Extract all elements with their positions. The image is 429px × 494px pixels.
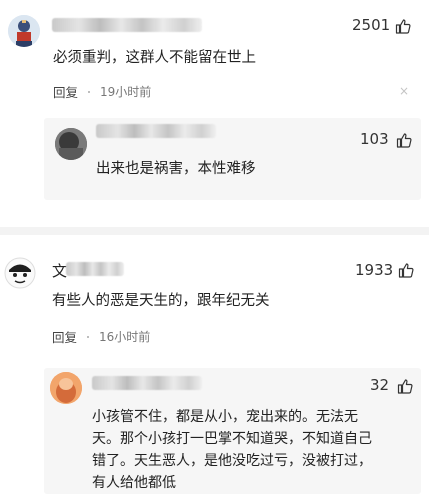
reply-text: 出来也是祸害，本性难移 (96, 161, 256, 177)
reply-box: 32 小孩管不住，都是从小，宠出来的。无法无 天。那个小孩打一巴掌不知道哭，不知… (44, 368, 421, 494)
thumbs-up-icon[interactable] (398, 262, 414, 278)
close-icon[interactable]: × (399, 84, 409, 98)
comment-text: 有些人的恶是天生的，跟年纪无关 (52, 293, 270, 309)
username-blurred[interactable] (52, 18, 202, 32)
thumbs-up-icon[interactable] (396, 132, 412, 148)
comment-meta: 回复 16小时前 (52, 327, 150, 346)
like-count: 103 (360, 130, 389, 148)
reply-text-line: 小孩管不住，都是从小，宠出来的。无法无 (92, 409, 358, 425)
comment-thread: 文 1933 有些人的恶是天生的，跟年纪无关 回复 16小时前 32 小孩管不住… (0, 235, 429, 494)
username-blurred[interactable] (66, 262, 124, 276)
avatar[interactable] (8, 15, 40, 47)
avatar[interactable] (55, 128, 87, 160)
comment-text: 必须重判，这群人不能留在世上 (53, 50, 256, 66)
avatar[interactable] (50, 372, 82, 404)
username-blurred[interactable] (96, 124, 216, 138)
reply-box: 103 出来也是祸害，本性难移 (44, 118, 421, 200)
like-count: 32 (370, 376, 390, 394)
separator-dot (87, 335, 90, 338)
thumbs-up-icon[interactable] (395, 18, 411, 34)
username-initial[interactable]: 文 (52, 260, 67, 281)
like-count: 1933 (355, 261, 394, 279)
avatar[interactable] (4, 257, 36, 289)
username-blurred[interactable] (92, 376, 202, 390)
comment-thread: 2501 必须重判，这群人不能留在世上 回复 19小时前 × 103 出来也是祸… (0, 0, 429, 227)
timestamp: 16小时前 (99, 330, 151, 344)
reply-button[interactable]: 回复 (53, 82, 78, 101)
reply-text-line: 天。那个小孩打一巴掌不知道哭，不知道自己 (92, 431, 372, 447)
separator-dot (88, 90, 91, 93)
reply-text-line: 错了。天生恶人，是他没吃过亏，没被打过， (92, 453, 372, 469)
thread-divider (0, 227, 429, 235)
reply-text-line: 有人给他都低 (92, 475, 176, 491)
timestamp: 19小时前 (100, 85, 152, 99)
thumbs-up-icon[interactable] (397, 378, 413, 394)
like-count: 2501 (352, 16, 391, 34)
comment-meta: 回复 19小时前 (53, 82, 151, 101)
reply-button[interactable]: 回复 (52, 327, 77, 346)
